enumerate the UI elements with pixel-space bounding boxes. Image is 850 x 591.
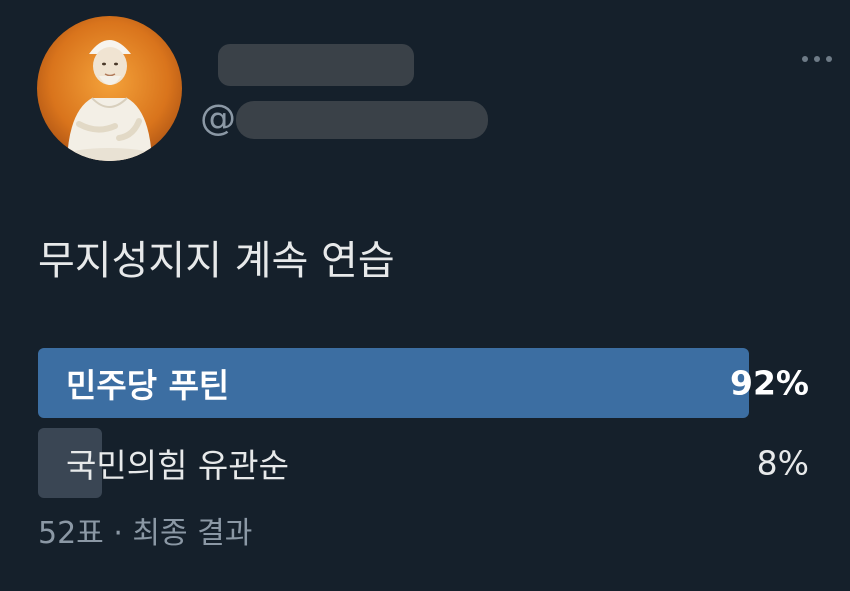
poll-option-winner: 민주당 푸틴 92% (38, 348, 811, 418)
more-horizontal-icon[interactable] (802, 56, 832, 62)
avatar[interactable] (37, 16, 182, 161)
poll-vote-count: 52표 (38, 516, 104, 551)
tweet-text: 무지성지지 계속 연습 (38, 238, 395, 284)
poll-footer: 52표 · 최종 결과 (38, 508, 252, 552)
poll-option: 국민의힘 유관순 8% (38, 428, 811, 498)
poll-option-percent: 92% (730, 363, 809, 403)
poll-status: 최종 결과 (132, 516, 253, 551)
redaction-bar-handle (236, 101, 488, 139)
poll-option-percent: 8% (756, 443, 809, 483)
redaction-bar-name (218, 44, 414, 86)
poll-option-label: 국민의힘 유관순 (66, 446, 290, 485)
poll-option-label: 민주당 푸틴 (66, 366, 230, 405)
avatar-image (64, 40, 154, 161)
author-handle[interactable]: @ (200, 98, 236, 139)
poll-separator: · (113, 516, 123, 551)
